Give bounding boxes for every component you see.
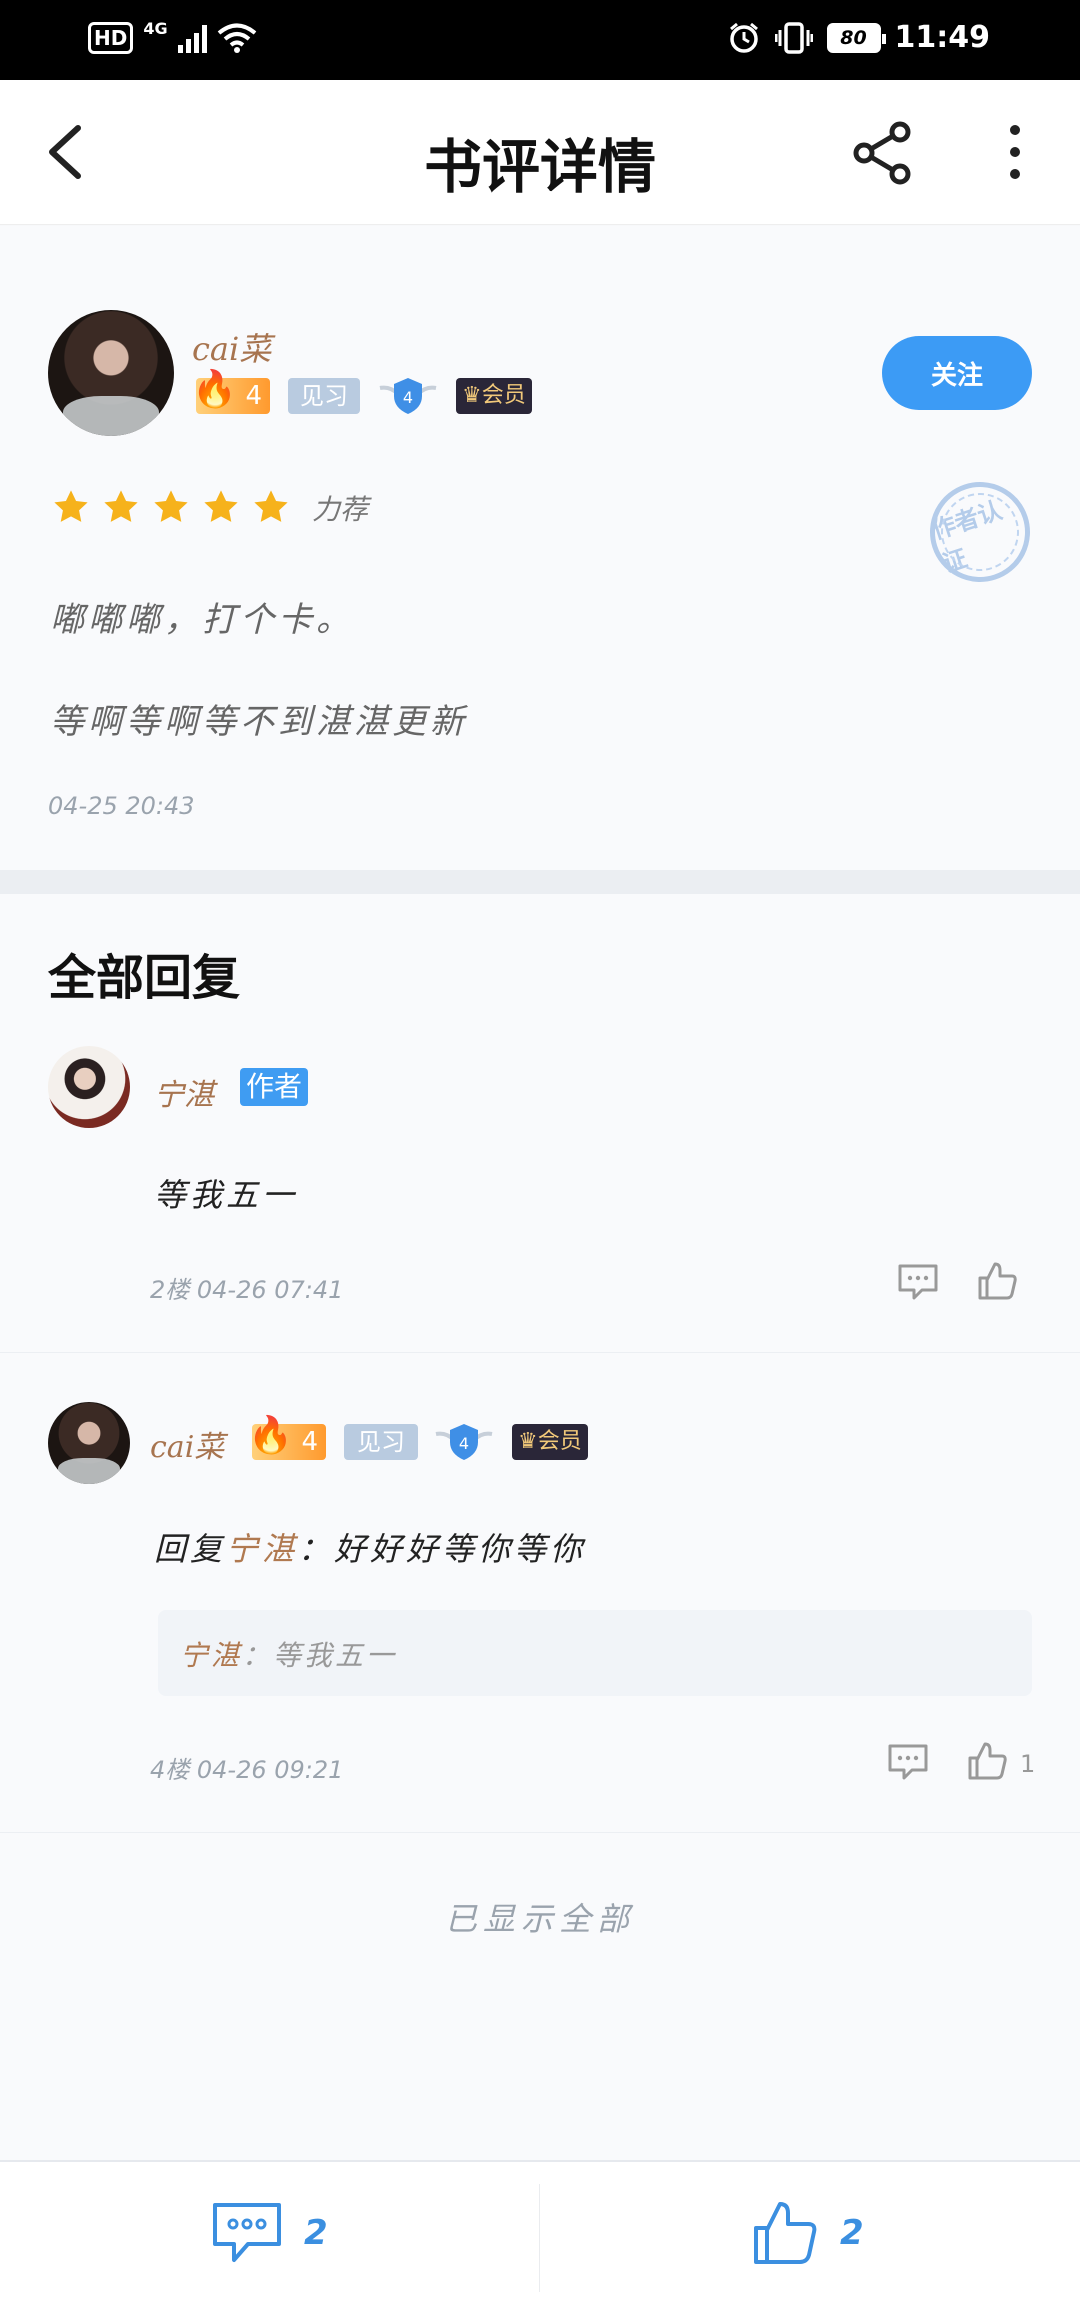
quoted-body: ：等我五一 bbox=[242, 1639, 398, 1672]
replies-section: 全部回复 宁湛 作者 等我五一 2楼 04-26 07:41 cai菜 🔥 4 … bbox=[0, 894, 1080, 2160]
comment-icon[interactable] bbox=[896, 1260, 940, 1304]
reply-body: ：好好好等你等你 bbox=[298, 1530, 587, 1568]
fire-level-badge: 🔥 4 bbox=[192, 369, 270, 414]
reply-text: 回复宁湛：好好好等你等你 bbox=[154, 1524, 586, 1570]
like-count: 2 bbox=[840, 2213, 864, 2253]
status-left: HD 4G bbox=[88, 18, 257, 54]
clock: 11:49 bbox=[894, 20, 991, 55]
thumbs-up-icon[interactable] bbox=[966, 1738, 1010, 1782]
hd-indicator: HD bbox=[88, 22, 134, 54]
crown-icon: ♛ bbox=[462, 383, 482, 408]
top-nav-bar: 书评详情 bbox=[0, 80, 1080, 225]
reply-divider bbox=[0, 1832, 1080, 1833]
username[interactable]: cai菜 bbox=[192, 324, 271, 370]
reply-divider bbox=[0, 1352, 1080, 1353]
reply-meta: 4楼 04-26 09:21 bbox=[150, 1756, 344, 1784]
star-icon bbox=[154, 490, 188, 522]
follow-button[interactable]: 关注 bbox=[882, 336, 1032, 410]
section-title: 全部回复 bbox=[48, 950, 241, 1006]
more-options-icon[interactable] bbox=[995, 122, 1035, 182]
bottom-action-bar: 2 2 bbox=[0, 2160, 1080, 2312]
fire-level-value: 4 bbox=[245, 381, 262, 411]
reply-prefix: 回复 bbox=[154, 1530, 227, 1568]
rank-badge: 见习 bbox=[344, 1424, 418, 1460]
shield-level-icon: 4 bbox=[435, 1424, 493, 1460]
end-of-list-label: 已显示全部 bbox=[444, 1900, 635, 1938]
thumbs-up-icon bbox=[754, 2202, 817, 2264]
svg-text:4: 4 bbox=[459, 1434, 469, 1453]
star-icon bbox=[104, 490, 138, 522]
flame-icon: 🔥 bbox=[248, 1415, 293, 1456]
review-timestamp: 04-25 20:43 bbox=[48, 792, 195, 820]
page-title: 书评详情 bbox=[423, 133, 656, 201]
battery-icon: 80 bbox=[826, 22, 886, 53]
avatar[interactable] bbox=[48, 310, 174, 436]
vibrate-icon bbox=[774, 21, 813, 54]
comment-icon[interactable] bbox=[886, 1740, 930, 1784]
review-card: cai菜 🔥 4 见习 4 ♛会员 关注 力荐 作者认证 嘟嘟嘟，打个卡。 等啊… bbox=[0, 226, 1080, 870]
review-text-line-1: 嘟嘟嘟，打个卡。 bbox=[50, 600, 354, 640]
bottom-bar-separator bbox=[539, 2184, 540, 2292]
avatar[interactable] bbox=[48, 1046, 130, 1128]
author-stamp: 作者认证 bbox=[916, 468, 1044, 596]
reply-mention[interactable]: 宁湛 bbox=[226, 1530, 298, 1568]
alarm-icon bbox=[729, 22, 758, 53]
signal-icon bbox=[177, 23, 207, 53]
comment-action[interactable]: 2 bbox=[210, 2200, 328, 2266]
share-icon[interactable] bbox=[850, 120, 916, 186]
quoted-username[interactable]: 宁湛 bbox=[180, 1639, 242, 1672]
star-icon bbox=[204, 490, 238, 522]
wifi-icon bbox=[217, 23, 256, 53]
comment-icon bbox=[213, 2203, 281, 2262]
like-action[interactable]: 2 bbox=[752, 2200, 864, 2266]
quoted-text: 宁湛：等我五一 bbox=[180, 1634, 397, 1674]
reply-text: 等我五一 bbox=[154, 1176, 299, 1214]
svg-text:4: 4 bbox=[403, 388, 413, 407]
avatar[interactable] bbox=[48, 1402, 130, 1484]
author-tag: 作者 bbox=[240, 1068, 309, 1106]
like-count: 1 bbox=[1020, 1750, 1036, 1778]
crown-icon: ♛ bbox=[518, 1429, 538, 1454]
rating-label: 力荐 bbox=[312, 493, 369, 526]
shield-level-icon: 4 bbox=[379, 378, 437, 414]
vip-badge: ♛会员 bbox=[512, 1424, 588, 1460]
rank-badge: 见习 bbox=[288, 378, 360, 414]
vip-label: 会员 bbox=[537, 1429, 582, 1454]
fire-level-value: 4 bbox=[301, 1427, 318, 1457]
status-bar: HD 4G 80 11:49 bbox=[0, 0, 1080, 80]
status-right: 80 11:49 bbox=[727, 20, 991, 55]
vip-badge: ♛会员 bbox=[456, 378, 532, 414]
vip-label: 会员 bbox=[481, 383, 526, 408]
quoted-reply: 宁湛：等我五一 bbox=[158, 1610, 1032, 1696]
flame-icon: 🔥 bbox=[192, 369, 237, 410]
comment-count: 2 bbox=[304, 2213, 328, 2253]
reply-meta: 2楼 04-26 07:41 bbox=[150, 1276, 344, 1304]
username[interactable]: cai菜 bbox=[150, 1422, 224, 1466]
section-divider bbox=[0, 870, 1080, 894]
review-text-line-2: 等啊等啊等不到湛湛更新 bbox=[50, 702, 468, 742]
star-icon bbox=[54, 490, 88, 522]
username[interactable]: 宁湛 bbox=[154, 1070, 214, 1114]
fire-level-badge: 🔥 4 bbox=[248, 1415, 326, 1460]
star-icon bbox=[254, 490, 288, 522]
star-rating bbox=[52, 488, 290, 526]
network-type: 4G bbox=[143, 18, 168, 38]
thumbs-up-icon[interactable] bbox=[976, 1258, 1020, 1302]
